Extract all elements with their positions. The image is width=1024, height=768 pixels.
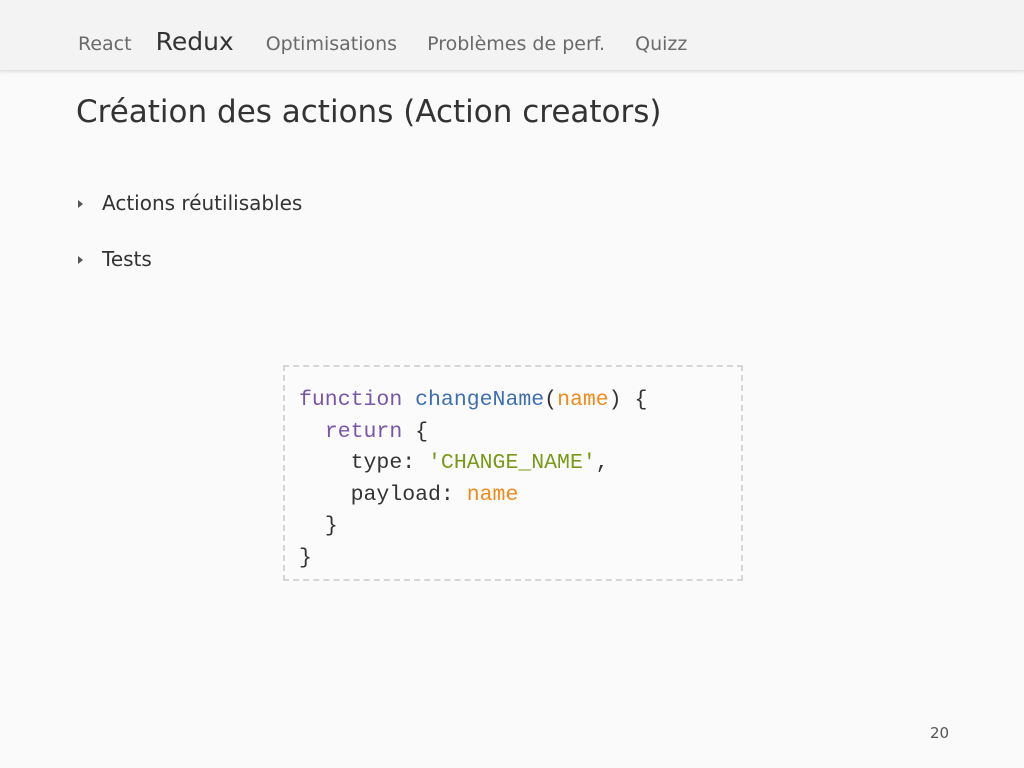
nav-item-optimisations[interactable]: Optimisations [266,2,397,86]
code-line-2: return { [299,420,428,444]
punctuation: ) { [608,388,648,412]
bullet-list: Actions réutilisables Tests [78,186,302,298]
string-literal: 'CHANGE_NAME' [428,451,596,475]
code-line-6: } [299,546,312,570]
nav-item-redux[interactable]: Redux [156,0,234,84]
code-content: function changeName(name) { return { typ… [299,385,727,574]
section-nav: React Redux Optimisations Problèmes de p… [78,0,717,70]
code-line-4: payload: name [299,482,519,507]
bullet-item: Actions réutilisables [78,186,302,220]
object-key: payload: [350,482,467,507]
code-block: function changeName(name) { return { typ… [283,365,743,581]
function-name: changeName [415,388,545,412]
nav-item-problemes-de-perf[interactable]: Problèmes de perf. [427,2,605,86]
slide: React Redux Optimisations Problèmes de p… [0,0,1024,768]
nav-item-react[interactable]: React [78,2,132,86]
navigation-bar: React Redux Optimisations Problèmes de p… [0,0,1024,71]
punctuation: , [595,451,609,475]
bullet-text: Actions réutilisables [102,191,303,215]
code-line-3: type: 'CHANGE_NAME', [299,451,609,475]
nav-item-quizz[interactable]: Quizz [635,2,687,86]
code-line-5: } [299,514,338,538]
parameter: name [466,482,519,507]
punctuation: { [402,419,429,444]
parameter: name [557,388,609,412]
punctuation: ( [544,388,558,412]
punctuation: } [299,545,312,570]
bullet-item: Tests [78,242,302,276]
keyword: return [324,419,403,444]
triangle-bullet-icon [78,199,83,208]
page-number: 20 [930,724,950,742]
slide-title: Création des actions (Action creators) [76,94,662,130]
bullet-text: Tests [102,247,152,271]
keyword: function [299,388,403,412]
triangle-bullet-icon [78,255,83,264]
punctuation: } [324,514,338,538]
object-key: type: [350,451,429,475]
code-line-1: function changeName(name) { [299,388,647,412]
